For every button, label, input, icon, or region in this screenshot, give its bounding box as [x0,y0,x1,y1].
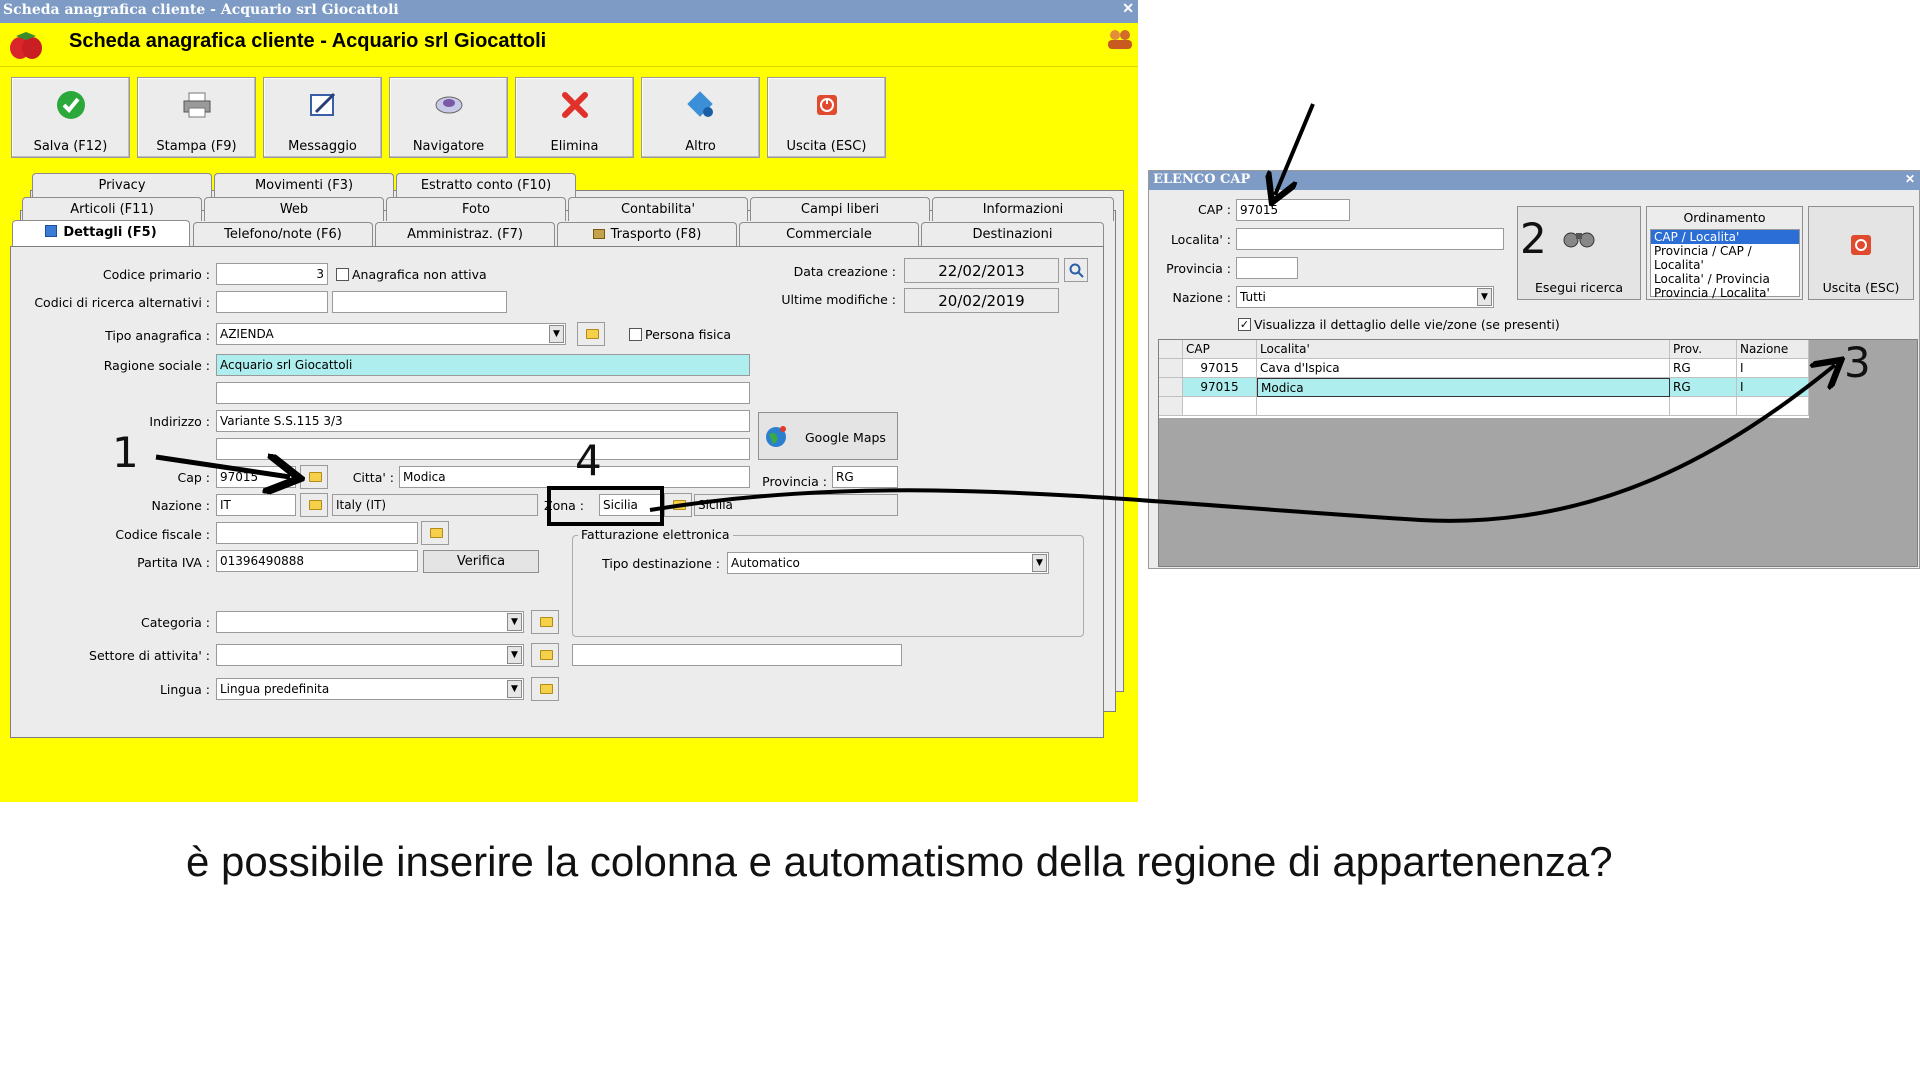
annotation-arrows [155,103,1920,523]
annotation-number-4: 4 [575,436,602,485]
annotation-number-1: 1 [112,428,139,477]
arrow-3 [649,365,1835,523]
arrow-2 [1275,103,1315,195]
annotation-question: è possibile inserire la colonna e automa… [186,838,1613,885]
annotation-number-3: 3 [1844,338,1871,387]
annotation-number-2: 2 [1520,214,1547,263]
arrow-1 [155,457,290,477]
